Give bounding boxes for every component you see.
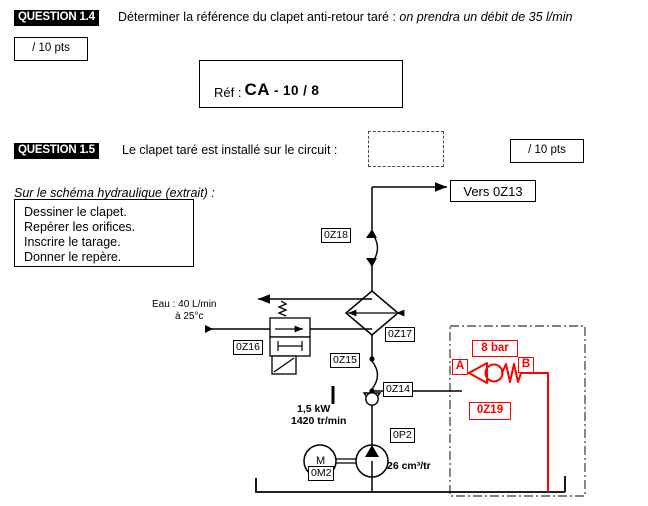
valve-0z16-box-upper (269, 317, 311, 338)
clapet-ball (484, 363, 504, 383)
red-label-port-a: A (452, 359, 468, 375)
hydraulic-schematic (205, 182, 586, 497)
label-0z16: 0Z16 (233, 340, 263, 356)
red-label-pressure: 8 bar (472, 340, 518, 357)
label-0p2: 0P2 (390, 428, 415, 444)
annotation-water-line-1: Eau : 40 L/min (152, 299, 217, 310)
label-0z15: 0Z15 (330, 353, 360, 369)
valve-0z16-spring-icon (277, 300, 288, 317)
hose-0z18-arrow-top (366, 229, 377, 238)
hose-0z15-node-top (369, 356, 375, 362)
red-label-port-b: B (518, 357, 534, 373)
pipe-water-supply-arrow (205, 325, 213, 333)
red-label-reference: 0Z19 (469, 402, 511, 420)
annotation-power-line-1: 1,5 kW (297, 403, 331, 415)
tank-reservoir-outline (255, 478, 565, 493)
annotation-water-line-2: à 25°c (175, 311, 204, 322)
clapet-outlet-line (521, 372, 549, 492)
clapet-seat-triangle (468, 362, 488, 384)
label-0m2: 0M2 (308, 466, 335, 482)
label-0z14: 0Z14 (383, 382, 413, 398)
label-vers-0z13: Vers 0Z13 (450, 180, 536, 202)
label-0z17: 0Z17 (385, 327, 415, 343)
motor-symbol-letter: M (316, 455, 326, 467)
annotation-power-line-2: 1420 tr/min (291, 415, 347, 427)
hose-0z15-arc (370, 359, 379, 391)
exam-page: QUESTION 1.4 Déterminer la référence du … (0, 0, 648, 506)
annotation-displacement: 26 cm³/tr (387, 460, 431, 472)
label-0z18: 0Z18 (321, 228, 351, 244)
check-valve-0z14-ball (365, 392, 379, 406)
